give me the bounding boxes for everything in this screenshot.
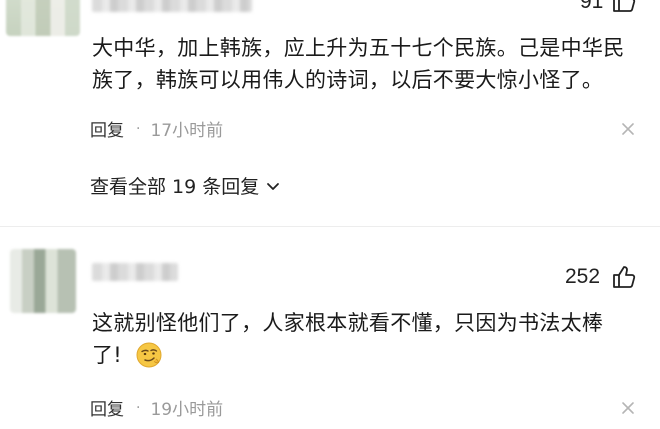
close-icon[interactable] (621, 401, 635, 415)
avatar[interactable] (10, 249, 76, 313)
thumbs-up-icon[interactable] (611, 264, 637, 290)
close-icon[interactable] (621, 122, 635, 136)
smirk-emoji-icon (136, 342, 162, 368)
comment-text-line: 这就别怪他们了，人家根本就看不懂，只因为书法太棒 (92, 311, 604, 335)
like-count: 252 (565, 265, 601, 288)
like-count: 91 (580, 0, 604, 13)
comment-text-line: 大中华，加上韩族，应上升为五十七个民族。己是中华民 (92, 36, 625, 60)
comment-text-fragment: 了! (92, 343, 123, 367)
thumbs-up-icon[interactable] (611, 0, 637, 14)
comment-text: 大中华，加上韩族，应上升为五十七个民族。己是中华民 族了，韩族可以用伟人的诗词，… (92, 32, 652, 96)
comment-text-line: 族了，韩族可以用伟人的诗词，以后不要大惊小怪了。 (92, 68, 604, 92)
avatar[interactable] (6, 0, 80, 36)
comment-text-line: 了! (92, 339, 652, 371)
comment-meta: 回复 · 17小时前 (90, 116, 224, 142)
comment-timestamp: 17小时前 (150, 121, 224, 141)
comment-timestamp: 19小时前 (150, 400, 224, 420)
meta-separator: · (136, 399, 141, 416)
divider (0, 226, 660, 227)
reply-button[interactable]: 回复 (90, 116, 124, 141)
username-obscured[interactable] (92, 263, 178, 281)
view-replies-label: 查看全部 19 条回复 (90, 176, 260, 198)
chevron-down-icon (267, 182, 280, 190)
username-obscured[interactable] (92, 0, 252, 12)
reply-button[interactable]: 回复 (90, 395, 124, 420)
meta-separator: · (136, 120, 141, 137)
comment-text: 这就别怪他们了，人家根本就看不懂，只因为书法太棒 了! (92, 307, 652, 371)
comment-meta: 回复 · 19小时前 (90, 395, 224, 421)
view-all-replies-button[interactable]: 查看全部 19 条回复 (90, 172, 281, 199)
